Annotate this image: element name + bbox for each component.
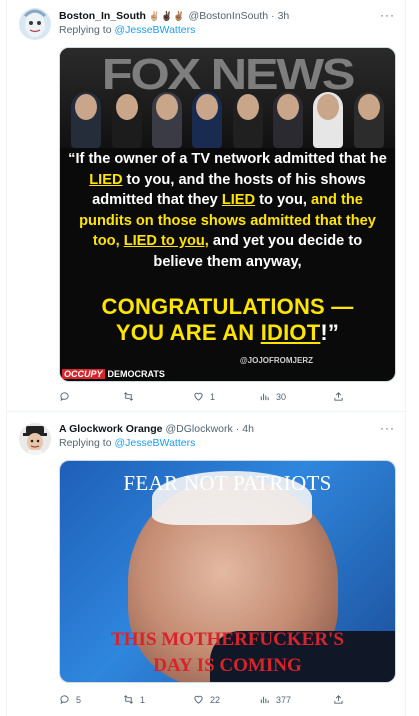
person-figure <box>71 92 102 148</box>
reply-count: 5 <box>76 694 82 705</box>
person-figure <box>151 92 182 148</box>
heart-icon <box>194 392 203 401</box>
reply-button[interactable]: 5 <box>59 694 81 705</box>
meme-top-text: FEAR NOT PATRIOTS <box>123 471 332 495</box>
tweet[interactable]: Boston_In_South ✌🏼✌🏿✌🏽 @BostonInSouth · … <box>7 0 405 412</box>
tweet-header: Boston_In_South ✌🏼✌🏿✌🏽 @BostonInSouth · … <box>59 8 395 24</box>
brand-part: DEMOCRATS <box>107 369 165 379</box>
bottom-line-2: DAY IS COMING <box>153 655 302 676</box>
punchline-line-1: CONGRATULATIONS — <box>101 294 354 319</box>
person-figure <box>313 92 344 148</box>
retweet-button[interactable] <box>123 391 140 402</box>
like-count: 22 <box>210 694 221 705</box>
anchor-faces <box>60 82 395 148</box>
timeline: Boston_In_South ✌🏼✌🏿✌🏽 @BostonInSouth · … <box>6 0 406 716</box>
views-button[interactable]: 30 <box>259 391 286 402</box>
tweet-actions: 1 30 <box>59 391 359 405</box>
reply-button[interactable] <box>59 391 76 402</box>
retweet-button[interactable]: 1 <box>123 694 145 705</box>
reply-icon <box>60 695 69 705</box>
brand-part: OCCUPY <box>62 369 105 379</box>
mention-link[interactable]: @JesseBWatters <box>114 24 195 36</box>
punchline-line-2: YOU ARE AN IDIOT!” <box>66 320 389 346</box>
retweet-icon <box>124 392 133 401</box>
tweet-header: A Glockwork Orange @DGlockwork · 4h ··· <box>59 421 395 437</box>
punchline-end: !” <box>320 320 340 345</box>
timestamp[interactable]: 3h <box>278 10 290 22</box>
quote-highlight: LIED to you, <box>123 233 209 249</box>
views-icon <box>260 696 269 704</box>
tweet-image[interactable]: FEAR NOT PATRIOTS THIS MOTHERFUCKER'S DA… <box>59 460 396 683</box>
meme-punchline: CONGRATULATIONS — YOU ARE AN IDIOT!” <box>66 294 389 346</box>
replying-label: Replying to <box>59 437 112 449</box>
like-button[interactable]: 1 <box>193 391 215 402</box>
bottom-line-1: THIS MOTHERFUCKER'S <box>111 629 344 650</box>
more-icon[interactable]: ··· <box>380 8 395 22</box>
name-emoji: ✌🏼✌🏿✌🏽 <box>148 10 186 21</box>
timestamp[interactable]: 4h <box>242 423 254 435</box>
views-icon <box>260 393 269 401</box>
share-icon <box>334 392 343 401</box>
like-count: 1 <box>210 391 216 402</box>
punchline-emphasis: IDIOT <box>260 320 321 345</box>
retweet-count: 1 <box>140 694 146 705</box>
tweet-actions: 5 1 22 377 <box>59 694 359 708</box>
display-name[interactable]: Boston_In_South <box>59 10 146 22</box>
like-button[interactable]: 22 <box>193 694 220 705</box>
avatar[interactable] <box>19 423 51 455</box>
dot-separator: · <box>271 10 275 22</box>
person-figure <box>232 92 263 148</box>
person-figure <box>192 92 223 148</box>
quote-text: to you, <box>255 192 312 208</box>
occupy-democrats-logo: OCCUPY DEMOCRATS <box>62 369 168 379</box>
replying-label: Replying to <box>59 24 112 36</box>
tweet-image[interactable]: FOX NEWS “If the owner of a TV network a… <box>59 47 396 382</box>
more-icon[interactable]: ··· <box>380 421 395 435</box>
share-icon <box>334 695 343 704</box>
person-figure <box>111 92 142 148</box>
dot-separator: · <box>235 423 240 435</box>
reply-icon <box>60 392 69 402</box>
meme-bottom-text: THIS MOTHERFUCKER'S DAY IS COMING <box>60 627 395 679</box>
person-figure <box>273 92 304 148</box>
meme-quote: “If the owner of a TV network admitted t… <box>68 149 387 272</box>
share-button[interactable] <box>333 694 344 705</box>
views-button[interactable]: 377 <box>259 694 291 705</box>
quote-text: “If the owner of a TV network admitted t… <box>68 151 387 167</box>
heart-icon <box>194 695 203 704</box>
replying-to: Replying to @JesseBWatters <box>59 24 195 36</box>
retweet-icon <box>124 695 133 704</box>
share-button[interactable] <box>333 391 344 402</box>
mention-link[interactable]: @JesseBWatters <box>114 437 195 449</box>
tweet[interactable]: A Glockwork Orange @DGlockwork · 4h ··· … <box>7 413 405 716</box>
views-count: 30 <box>276 391 287 402</box>
punchline-text: YOU ARE AN <box>115 320 261 345</box>
person-figure <box>353 92 384 148</box>
meme-credit: @JOJOFROMJERZ <box>239 356 313 365</box>
avatar[interactable] <box>19 8 51 40</box>
views-count: 377 <box>276 694 292 705</box>
replying-to: Replying to @JesseBWatters <box>59 437 195 449</box>
quote-highlight: LIED <box>89 171 123 188</box>
handle[interactable]: @DGlockwork <box>165 423 232 435</box>
display-name[interactable]: A Glockwork Orange <box>59 423 162 435</box>
handle[interactable]: @BostonInSouth <box>189 10 269 22</box>
quote-highlight: LIED <box>221 192 256 208</box>
